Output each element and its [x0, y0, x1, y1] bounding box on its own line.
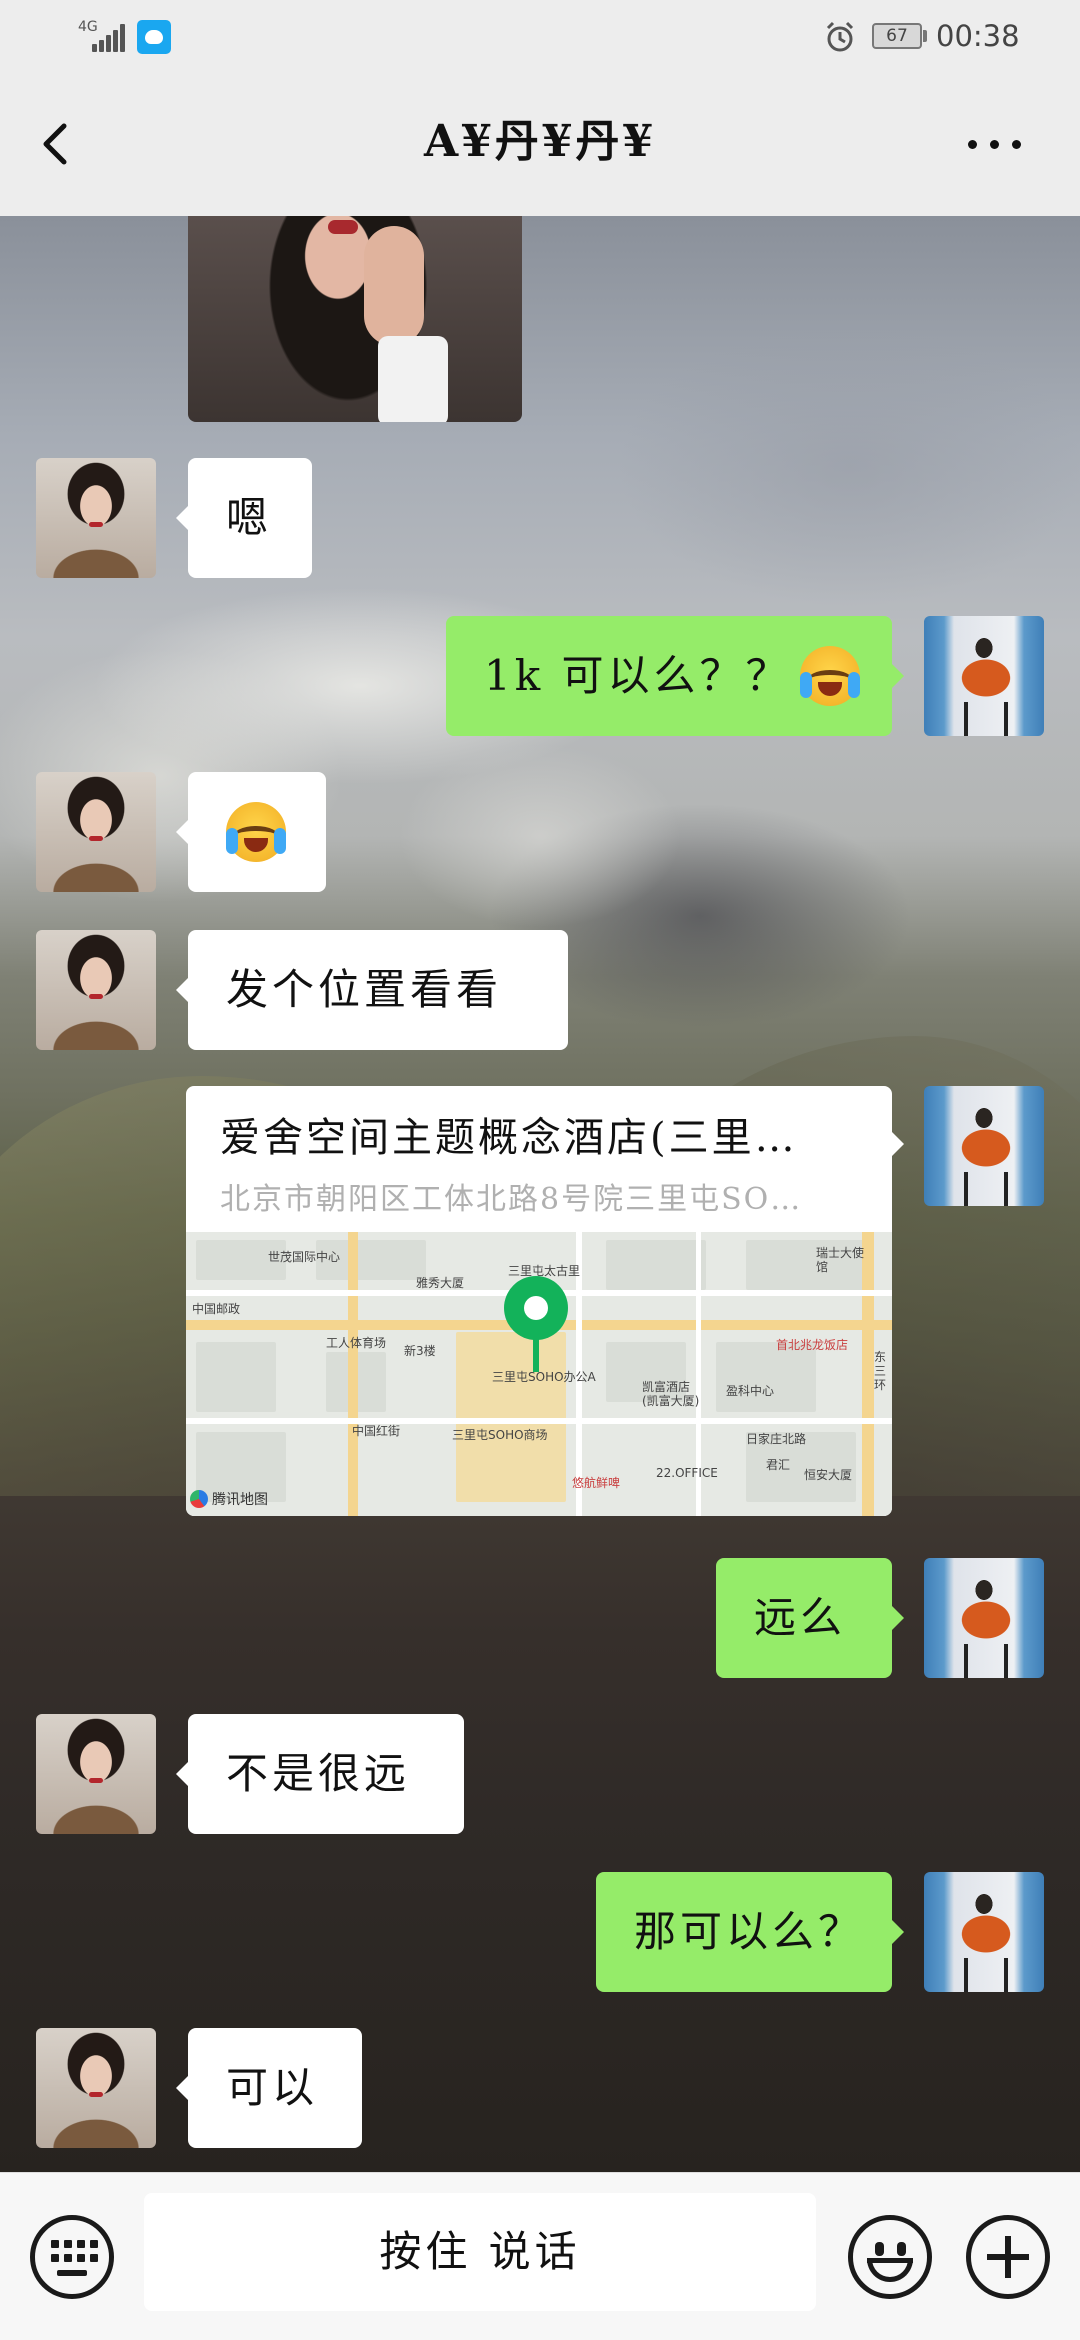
- map-label: 世茂国际中心: [268, 1250, 341, 1264]
- location-address: 北京市朝阳区工体北路8号院三里屯SO…: [220, 1182, 803, 1217]
- smiley-icon: [875, 2242, 884, 2256]
- message-bubble-outgoing[interactable]: 1k 可以么？？: [446, 616, 904, 736]
- contact-avatar[interactable]: [36, 930, 156, 1050]
- self-avatar[interactable]: [924, 1872, 1044, 1992]
- crying-emoji-icon: [799, 646, 860, 706]
- location-message-card[interactable]: 爱舍空间主题概念酒店(三里… 北京市朝阳区工体北路8号院三里屯SO… 世茂国际中…: [186, 1086, 904, 1516]
- chevron-left-icon: [43, 123, 67, 165]
- map-label: 新3楼: [404, 1344, 436, 1358]
- map-label: 东三环: [874, 1350, 887, 1392]
- message-text: 1k 可以么？？: [484, 651, 792, 700]
- location-map[interactable]: 世茂国际中心 雅秀大厦 三里屯太古里 三里屯SOHO办公A 中国邮政 工人体育场…: [186, 1232, 892, 1516]
- location-title: 爱舍空间主题概念酒店(三里…: [220, 1115, 798, 1161]
- map-label: 中国红街: [352, 1424, 401, 1438]
- plus-button[interactable]: [966, 2215, 1050, 2299]
- app-notification-icon: [137, 20, 171, 54]
- more-button[interactable]: [960, 116, 1030, 172]
- message-bubble-incoming[interactable]: 不是很远: [176, 1714, 464, 1834]
- map-label: 三里屯SOHO商场: [452, 1428, 548, 1442]
- map-brand-logo: 腾讯地图: [190, 1488, 268, 1512]
- map-label: 首北兆龙饭店: [776, 1338, 849, 1352]
- message-text: 远么: [754, 1593, 847, 1642]
- message-text: 那可以么？: [634, 1907, 865, 1956]
- chat-area[interactable]: 嗯 1k 可以么？？ 发个位置看看 爱舍空间主题概念酒店(三里… 北京市朝阳区工…: [0, 216, 1080, 2172]
- message-bubble-incoming[interactable]: 嗯: [176, 458, 312, 578]
- map-label: 雅秀大厦: [416, 1276, 465, 1290]
- signal-icon: 4G: [78, 20, 130, 52]
- crying-emoji-icon: [226, 802, 286, 862]
- message-bubble-incoming[interactable]: 发个位置看看: [176, 930, 568, 1050]
- map-pin-icon: [504, 1276, 568, 1372]
- chat-title: A¥丹¥丹¥: [424, 116, 656, 167]
- map-label: 日家庄北路: [746, 1432, 807, 1446]
- keyboard-button[interactable]: [30, 2215, 114, 2299]
- message-bubble-incoming[interactable]: 可以: [176, 2028, 362, 2148]
- message-text: 嗯: [226, 493, 273, 542]
- map-label: 三里屯SOHO办公A: [492, 1370, 596, 1384]
- map-label: 工人体育场: [326, 1336, 387, 1350]
- message-text: 不是很远: [226, 1749, 411, 1798]
- map-label: 凯富酒店(凯富大厦): [642, 1380, 700, 1408]
- message-text: 发个位置看看: [226, 965, 503, 1014]
- back-button[interactable]: [30, 108, 90, 180]
- message-bubble-outgoing[interactable]: 那可以么？: [596, 1872, 904, 1992]
- image-message[interactable]: [188, 216, 522, 422]
- message-bubble-incoming[interactable]: [176, 772, 326, 892]
- contact-avatar[interactable]: [36, 1714, 156, 1834]
- map-label: 盈科中心: [726, 1384, 775, 1398]
- hold-to-talk-button[interactable]: 按住 说话: [144, 2193, 816, 2311]
- more-dots-icon: [968, 140, 977, 149]
- message-bubble-outgoing[interactable]: 远么: [716, 1558, 904, 1678]
- keyboard-icon: [51, 2240, 59, 2248]
- input-bar: 按住 说话: [0, 2172, 1080, 2340]
- self-avatar[interactable]: [924, 1558, 1044, 1678]
- network-type-label: 4G: [78, 19, 98, 35]
- message-text: 可以: [226, 2063, 319, 2112]
- status-bar: 4G 67 00:38: [0, 0, 1080, 72]
- map-label: 瑞士大使馆: [816, 1246, 865, 1274]
- map-label: 22.OFFICE: [656, 1466, 718, 1480]
- emoji-button[interactable]: [848, 2215, 932, 2299]
- self-avatar[interactable]: [924, 616, 1044, 736]
- contact-avatar[interactable]: [36, 458, 156, 578]
- self-avatar[interactable]: [924, 1086, 1044, 1206]
- status-time: 00:38: [936, 19, 1020, 53]
- chat-header: A¥丹¥丹¥: [0, 72, 1080, 216]
- map-label: 悠航鲜啤: [572, 1476, 621, 1490]
- map-label: 中国邮政: [192, 1302, 241, 1316]
- map-label: 君汇: [766, 1458, 791, 1472]
- contact-avatar[interactable]: [36, 772, 156, 892]
- battery-icon: 67: [872, 23, 922, 49]
- alarm-icon: [823, 20, 857, 54]
- contact-avatar[interactable]: [36, 2028, 156, 2148]
- map-label: 恒安大厦: [804, 1468, 853, 1482]
